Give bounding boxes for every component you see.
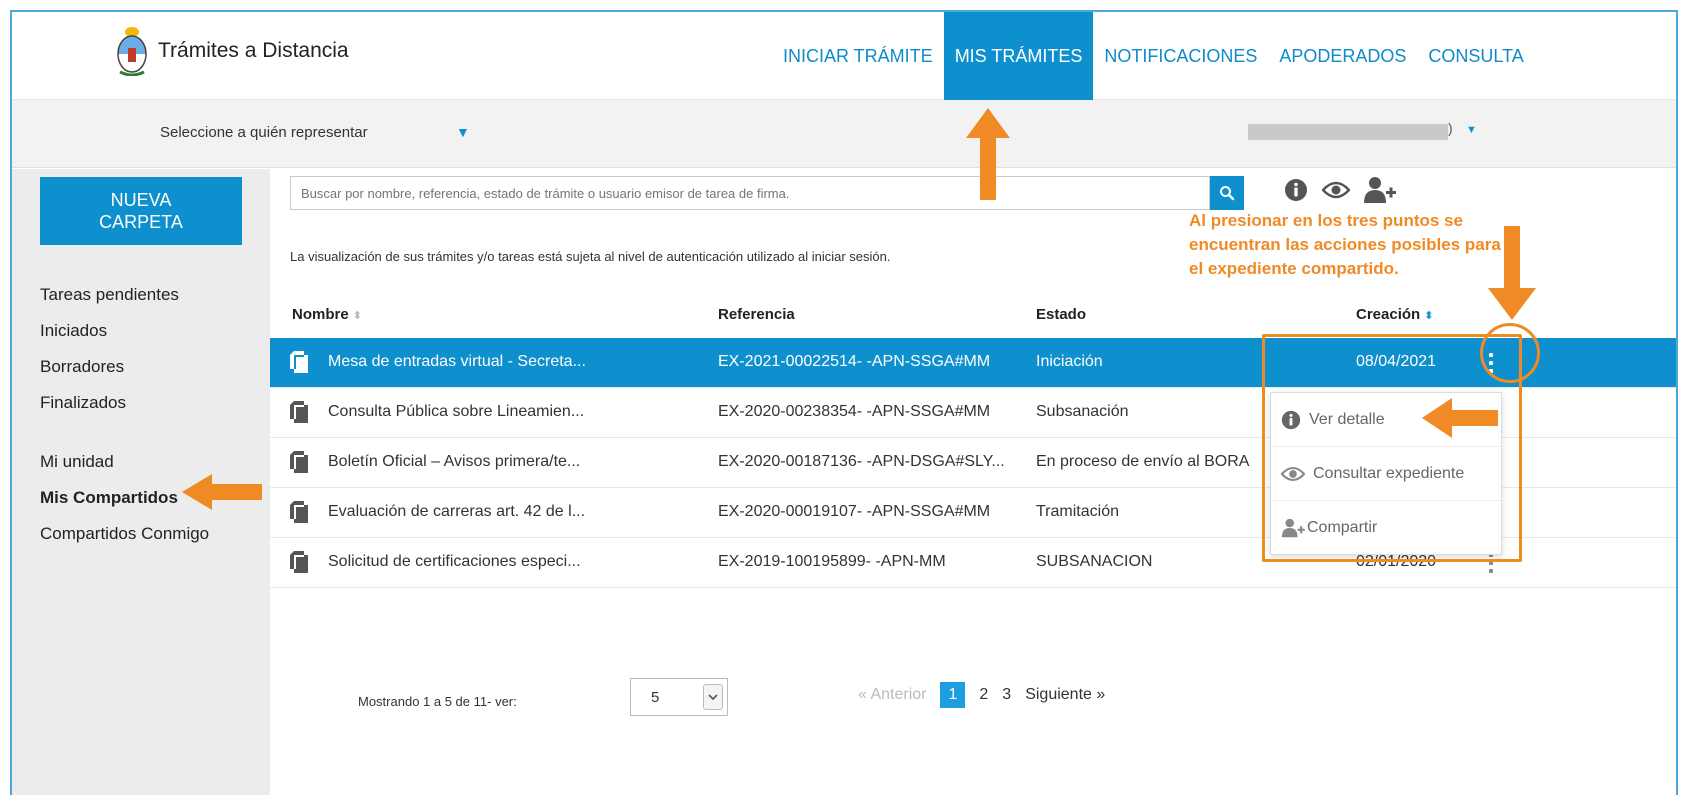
document-icon bbox=[290, 501, 308, 523]
search-icon bbox=[1220, 186, 1235, 201]
column-header-estado: Estado bbox=[1036, 306, 1087, 323]
search-input[interactable] bbox=[291, 177, 1209, 209]
cell-nombre: Evaluación de carreras art. 42 de l... bbox=[328, 503, 586, 520]
eye-icon bbox=[1322, 181, 1350, 199]
page-size-value: 5 bbox=[651, 689, 660, 706]
pagination: « Anterior 1 2 3 Siguiente » bbox=[858, 682, 1119, 708]
nav-iniciar-tramite[interactable]: INICIAR TRÁMITE bbox=[772, 12, 944, 100]
top-header: Trámites a Distancia INICIAR TRÁMITE MIS… bbox=[12, 12, 1676, 100]
arrow-up-icon bbox=[966, 108, 1010, 200]
sidebar-item-finalizados[interactable]: Finalizados bbox=[40, 385, 209, 421]
info-button[interactable] bbox=[1284, 178, 1308, 202]
nav-consulta[interactable]: CONSULTA bbox=[1417, 12, 1534, 100]
brand-title: Trámites a Distancia bbox=[158, 39, 349, 62]
column-header-creacion[interactable]: Creación ⬍ bbox=[1356, 306, 1433, 323]
column-header-nombre[interactable]: Nombre ⬍ bbox=[292, 306, 362, 323]
user-caret-down-icon[interactable]: ▼ bbox=[1466, 124, 1477, 136]
new-folder-button[interactable]: NUEVA CARPETA bbox=[40, 177, 242, 245]
toolbar-icons bbox=[1284, 176, 1412, 204]
highlight-box bbox=[1262, 334, 1522, 562]
nav-notificaciones[interactable]: NOTIFICACIONES bbox=[1093, 12, 1268, 100]
sidebar-item-tareas-pendientes[interactable]: Tareas pendientes bbox=[40, 277, 209, 313]
cell-referencia: EX-2019-100195899- -APN-MM bbox=[718, 553, 946, 570]
arrow-down-icon bbox=[1488, 226, 1536, 320]
document-icon bbox=[290, 551, 308, 573]
cell-nombre: Solicitud de certificaciones especi... bbox=[328, 553, 581, 570]
sort-desc-icon: ⬍ bbox=[1424, 310, 1434, 322]
app-frame: Trámites a Distancia INICIAR TRÁMITE MIS… bbox=[10, 10, 1678, 795]
search-box bbox=[290, 176, 1210, 210]
nav-apoderados[interactable]: APODERADOS bbox=[1268, 12, 1417, 100]
cell-referencia: EX-2020-00238354- -APN-SSGA#MM bbox=[718, 403, 991, 420]
user-plus-icon bbox=[1364, 177, 1396, 203]
pagination-page-1[interactable]: 1 bbox=[940, 682, 966, 708]
cell-estado: En proceso de envío al BORA bbox=[1036, 453, 1250, 470]
page-size-select[interactable]: 5 bbox=[630, 678, 728, 716]
sidebar-item-iniciados[interactable]: Iniciados bbox=[40, 313, 209, 349]
column-header-nombre-label: Nombre bbox=[292, 306, 349, 323]
cell-nombre: Consulta Pública sobre Lineamien... bbox=[328, 403, 585, 420]
highlight-circle bbox=[1480, 323, 1540, 383]
represent-select-label[interactable]: Seleccione a quién representar bbox=[160, 124, 368, 141]
search-button[interactable] bbox=[1210, 176, 1244, 210]
column-header-referencia: Referencia bbox=[718, 306, 795, 323]
user-name-redacted[interactable] bbox=[1248, 124, 1448, 140]
cell-estado: Subsanación bbox=[1036, 403, 1129, 420]
view-button[interactable] bbox=[1322, 180, 1350, 200]
sort-icon: ⬍ bbox=[352, 310, 362, 322]
pagination-prev[interactable]: « Anterior bbox=[858, 686, 926, 704]
main-nav: INICIAR TRÁMITE MIS TRÁMITES NOTIFICACIO… bbox=[772, 12, 1535, 100]
info-icon bbox=[1285, 179, 1307, 201]
representation-bar: Seleccione a quién representar ▼ ) ▼ bbox=[12, 100, 1676, 168]
share-button[interactable] bbox=[1364, 176, 1398, 204]
pagination-page-3[interactable]: 3 bbox=[1002, 686, 1011, 704]
pagination-next[interactable]: Siguiente » bbox=[1025, 686, 1105, 704]
sidebar-item-borradores[interactable]: Borradores bbox=[40, 349, 209, 385]
document-icon bbox=[290, 451, 308, 473]
cell-referencia: EX-2020-00187136- -APN-DSGA#SLY... bbox=[718, 453, 1005, 470]
pagination-page-2[interactable]: 2 bbox=[979, 686, 988, 704]
document-icon bbox=[290, 351, 308, 373]
caret-down-icon[interactable]: ▼ bbox=[456, 124, 470, 140]
pagination-info: Mostrando 1 a 5 de 11- ver: bbox=[358, 694, 517, 709]
user-name-tail: ) bbox=[1448, 120, 1453, 136]
arrow-left-icon bbox=[182, 474, 262, 510]
table-header: Nombre ⬍ Referencia Estado Creación ⬍ bbox=[270, 298, 1676, 334]
column-header-creacion-label: Creación bbox=[1356, 306, 1421, 323]
cell-nombre: Boletín Oficial – Avisos primera/te... bbox=[328, 453, 581, 470]
cell-referencia: EX-2021-00022514- -APN-SSGA#MM bbox=[718, 353, 991, 370]
brand[interactable]: Trámites a Distancia bbox=[116, 26, 349, 76]
nav-mis-tramites[interactable]: MIS TRÁMITES bbox=[943, 12, 1094, 100]
cell-nombre: Mesa de entradas virtual - Secreta... bbox=[328, 353, 586, 370]
document-icon bbox=[290, 401, 308, 423]
cell-estado: SUBSANACION bbox=[1036, 553, 1153, 570]
cell-estado: Tramitación bbox=[1036, 503, 1119, 520]
arrow-left-icon bbox=[1422, 398, 1498, 438]
tutorial-annotation: Al presionar en los tres puntos se encue… bbox=[1189, 211, 1501, 278]
chevron-down-icon bbox=[703, 684, 723, 710]
sidebar-item-compartidos-conmigo[interactable]: Compartidos Conmigo bbox=[40, 516, 209, 552]
authentication-notice: La visualización de sus trámites y/o tar… bbox=[290, 249, 891, 264]
cell-referencia: EX-2020-00019107- -APN-SSGA#MM bbox=[718, 503, 991, 520]
sidebar-divider bbox=[40, 421, 209, 444]
sidebar-nav: Tareas pendientes Iniciados Borradores F… bbox=[40, 277, 209, 552]
coat-of-arms-icon bbox=[117, 27, 147, 76]
cell-estado: Iniciación bbox=[1036, 353, 1103, 370]
